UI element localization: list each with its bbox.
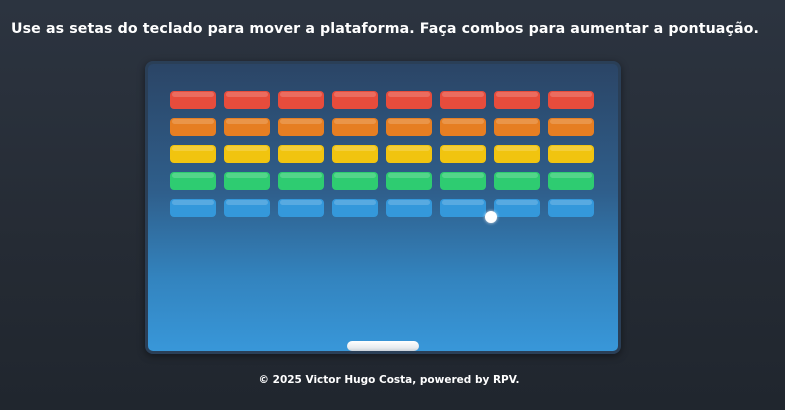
brick-green [278,172,324,190]
brick-blue [278,199,324,217]
brick-orange [494,118,540,136]
brick-blue [440,199,486,217]
brick-yellow [548,145,594,163]
brick-blue [332,199,378,217]
brick-red [548,91,594,109]
brick-yellow [440,145,486,163]
game-board[interactable] [145,61,621,354]
brick-yellow [386,145,432,163]
instructions-text: Use as setas do teclado para mover a pla… [11,21,759,37]
brick-green [224,172,270,190]
brick-orange [386,118,432,136]
brick-blue [170,199,216,217]
brick-orange [170,118,216,136]
brick-yellow [170,145,216,163]
brick-green [386,172,432,190]
brick-green [548,172,594,190]
brick-orange [440,118,486,136]
brick-blue [386,199,432,217]
brick-red [440,91,486,109]
brick-orange [224,118,270,136]
brick-yellow [278,145,324,163]
brick-red [494,91,540,109]
brick-orange [278,118,324,136]
brick-blue [548,199,594,217]
brick-orange [332,118,378,136]
brick-green [170,172,216,190]
footer-credits: © 2025 Victor Hugo Costa, powered by RPV… [258,374,520,386]
brick-green [494,172,540,190]
brick-yellow [332,145,378,163]
brick-red [386,91,432,109]
brick-red [224,91,270,109]
brick-red [170,91,216,109]
paddle[interactable] [347,341,419,351]
brick-red [278,91,324,109]
brick-yellow [224,145,270,163]
brick-blue [494,199,540,217]
ball [485,211,497,223]
brick-yellow [494,145,540,163]
brick-red [332,91,378,109]
brick-orange [548,118,594,136]
brick-green [332,172,378,190]
brick-green [440,172,486,190]
brick-blue [224,199,270,217]
